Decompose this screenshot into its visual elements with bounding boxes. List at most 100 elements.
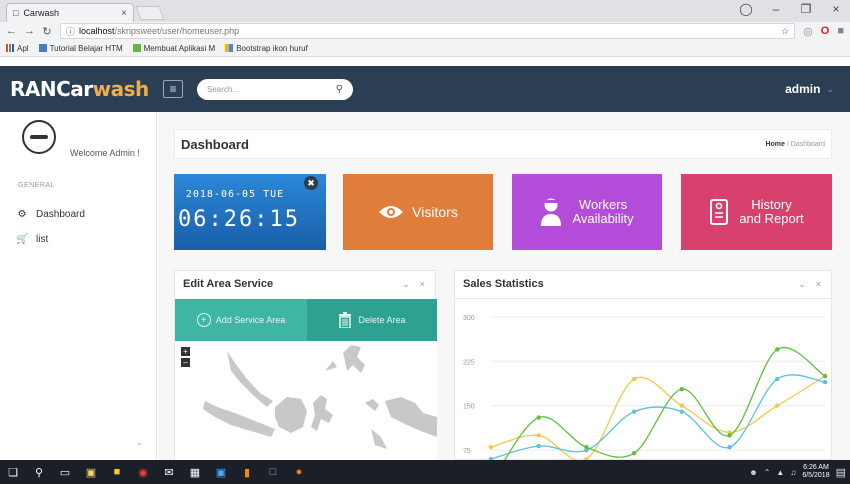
minimize-icon[interactable]: – bbox=[768, 2, 784, 16]
back-icon[interactable]: ← bbox=[6, 25, 17, 37]
logo[interactable]: RANCarwash bbox=[0, 77, 157, 101]
data-point[interactable] bbox=[584, 445, 589, 450]
service-area-panel: Edit Area Service ⌄ × + Add Service Area… bbox=[174, 270, 437, 461]
windows-start-icon[interactable]: ❏ bbox=[0, 466, 26, 479]
data-point[interactable] bbox=[631, 376, 637, 382]
data-point[interactable] bbox=[536, 415, 541, 420]
data-point[interactable] bbox=[536, 433, 541, 438]
photoshop-icon[interactable]: ▣ bbox=[208, 466, 234, 479]
search-input[interactable] bbox=[207, 84, 317, 94]
extension-icon[interactable]: ◎ bbox=[803, 25, 813, 38]
chrome-icon[interactable]: ◉ bbox=[130, 466, 156, 479]
data-point[interactable] bbox=[631, 409, 637, 414]
panel-tools: ⌄ × bbox=[798, 279, 821, 290]
sidebar: Welcome Admin ! GENERAL ⚙ Dashboard 🛒 li… bbox=[0, 112, 157, 460]
add-service-area-button[interactable]: + Add Service Area bbox=[175, 299, 307, 341]
close-icon[interactable]: × bbox=[816, 279, 821, 290]
site-icon bbox=[38, 44, 47, 52]
xampp-icon[interactable]: ● bbox=[286, 466, 312, 478]
clock-tile: 2018-06-05 TUE 06:26:15 ✖ bbox=[174, 174, 326, 250]
data-point[interactable] bbox=[822, 373, 828, 379]
bookmark-apps[interactable]: Apl bbox=[6, 44, 29, 53]
data-point[interactable] bbox=[679, 409, 685, 414]
browser-tab[interactable]: □ Carwash × bbox=[6, 3, 134, 22]
close-icon[interactable]: ✖ bbox=[304, 176, 318, 190]
data-point[interactable] bbox=[679, 403, 685, 408]
people-icon[interactable]: ☻ bbox=[749, 468, 757, 477]
zoom-out-button[interactable]: – bbox=[181, 358, 190, 367]
breadcrumb-home[interactable]: Home bbox=[765, 141, 784, 148]
collapse-icon[interactable]: ⌄ bbox=[798, 279, 806, 290]
close-tab-icon[interactable]: × bbox=[121, 8, 127, 19]
folder-icon[interactable]: ■ bbox=[104, 466, 130, 478]
notification-icon[interactable]: ▤ bbox=[836, 466, 846, 479]
section-title: GENERAL bbox=[18, 182, 55, 189]
app-header: RANCarwash ≡ ⚲ admin ⌄ bbox=[0, 66, 850, 112]
taskbar-clock[interactable]: 6:26 AM 6/5/2018 bbox=[802, 464, 829, 479]
extension-icon[interactable]: ■ bbox=[837, 25, 844, 37]
data-point[interactable] bbox=[775, 376, 780, 382]
data-point[interactable] bbox=[775, 403, 780, 408]
volume-icon[interactable]: ♫ bbox=[790, 468, 796, 477]
bookmark-tutorial[interactable]: Tutorial Belajar HTM bbox=[38, 44, 123, 53]
address-bar[interactable]: ⓘ localhost/skripsweet/user/homeuser.php… bbox=[60, 23, 796, 39]
task-view-icon[interactable]: ▭ bbox=[52, 466, 78, 479]
data-point[interactable] bbox=[488, 445, 494, 450]
search-icon[interactable]: ⚲ bbox=[336, 84, 343, 95]
data-point[interactable] bbox=[631, 450, 637, 456]
account-icon[interactable]: ◯ bbox=[738, 2, 754, 16]
opera-icon[interactable]: O bbox=[821, 25, 830, 37]
bookmark-label: Membuat Aplikasi M bbox=[143, 43, 216, 53]
user-name: admin bbox=[785, 82, 821, 96]
store-icon[interactable]: ▣ bbox=[78, 466, 104, 479]
user-menu[interactable]: admin ⌄ bbox=[785, 82, 834, 96]
chevron-down-icon: ⌄ bbox=[826, 83, 834, 94]
chevron-down-icon[interactable]: ⌄ bbox=[136, 438, 143, 447]
chevron-up-icon[interactable]: ⌃ bbox=[764, 468, 771, 477]
search-icon[interactable]: ⚲ bbox=[26, 466, 52, 479]
data-point[interactable] bbox=[775, 347, 780, 352]
zoom-in-button[interactable]: + bbox=[181, 347, 190, 356]
network-icon[interactable]: ▲ bbox=[776, 468, 784, 477]
sidebar-item-list[interactable]: 🛒 list bbox=[16, 234, 48, 245]
clock-time: 06:26:15 bbox=[178, 207, 300, 232]
info-icon[interactable]: ⓘ bbox=[66, 25, 75, 38]
y-tick-label: 150 bbox=[463, 404, 475, 411]
new-tab-button[interactable] bbox=[135, 6, 165, 20]
bookmark-bootstrap[interactable]: Bootstrap ikon huruf bbox=[225, 44, 308, 53]
sidebar-item-dashboard[interactable]: ⚙ Dashboard bbox=[16, 209, 85, 220]
welcome-text: Welcome Admin ! bbox=[70, 148, 140, 158]
data-point[interactable] bbox=[727, 433, 732, 438]
bookmark-membuat[interactable]: Membuat Aplikasi M bbox=[132, 43, 216, 53]
collapse-icon[interactable]: ⌄ bbox=[402, 279, 410, 290]
browser-toolbar: ← → ↻ ⓘ localhost/skripsweet/user/homeus… bbox=[0, 22, 850, 40]
forward-icon[interactable]: → bbox=[24, 25, 35, 37]
workers-label: Workers Availability bbox=[572, 197, 633, 227]
data-point[interactable] bbox=[679, 386, 685, 392]
reload-icon[interactable]: ↻ bbox=[42, 25, 52, 38]
app-icon[interactable]: □ bbox=[260, 466, 286, 478]
add-service-label: Add Service Area bbox=[215, 315, 286, 325]
sublime-icon[interactable]: ▮ bbox=[234, 466, 260, 479]
close-icon[interactable]: × bbox=[828, 2, 844, 16]
history-tile[interactable]: History and Report bbox=[681, 174, 832, 250]
restore-icon[interactable]: ❐ bbox=[798, 2, 814, 16]
workers-tile[interactable]: Workers Availability bbox=[512, 174, 662, 250]
eye-icon bbox=[379, 206, 404, 218]
delete-area-button[interactable]: Delete Area bbox=[307, 299, 437, 341]
data-point[interactable] bbox=[727, 445, 732, 450]
bookmark-star-icon[interactable]: ☆ bbox=[781, 26, 789, 37]
page-icon: □ bbox=[13, 8, 19, 18]
data-point[interactable] bbox=[536, 443, 541, 449]
mail-icon[interactable]: ✉ bbox=[156, 466, 182, 479]
page-header: Dashboard Home / Dashboard bbox=[174, 129, 832, 159]
data-point[interactable] bbox=[822, 379, 828, 385]
menu-toggle-button[interactable]: ≡ bbox=[163, 80, 183, 98]
visitors-tile[interactable]: Visitors bbox=[343, 174, 493, 250]
hamburger-icon: ≡ bbox=[169, 82, 177, 96]
plus-circle-icon: + bbox=[196, 313, 211, 327]
close-icon[interactable]: × bbox=[420, 279, 425, 290]
site-icon bbox=[225, 44, 234, 52]
map-view[interactable]: + – bbox=[175, 341, 437, 461]
calculator-icon[interactable]: ▦ bbox=[182, 466, 208, 479]
